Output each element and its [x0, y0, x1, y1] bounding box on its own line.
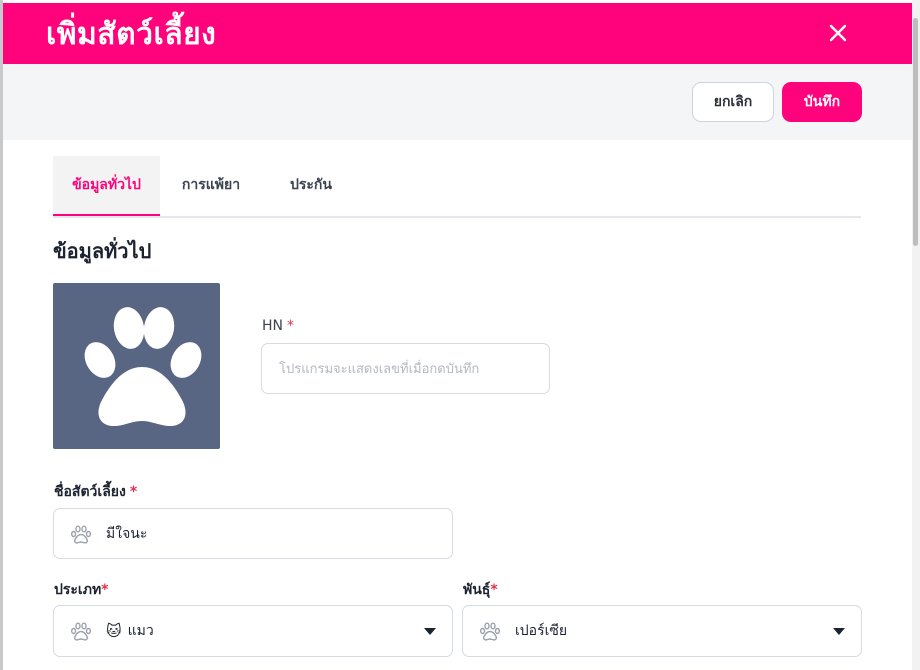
- chevron-down-icon: [424, 628, 436, 635]
- cat-icon: 🐱: [106, 622, 122, 640]
- pet-avatar-upload[interactable]: [53, 283, 220, 449]
- pet-type-label: ประเภท*: [54, 580, 109, 600]
- pet-type-value-text: แมว: [127, 623, 154, 639]
- scrollbar-thumb[interactable]: [913, 18, 918, 246]
- breed-value: เปอร์เซีย: [515, 623, 568, 639]
- close-icon: [829, 24, 847, 42]
- add-pet-dialog: เพิ่มสัตว์เลี้ยง ยกเลิก บันทึก ข้อมูลทั่…: [0, 0, 920, 670]
- dialog-header: เพิ่มสัตว์เลี้ยง: [3, 3, 912, 64]
- tab-insurance[interactable]: ประกัน: [270, 156, 352, 214]
- paw-icon: [70, 525, 91, 544]
- pet-name-label-text: ชื่อสัตว์เลี้ยง: [54, 484, 126, 500]
- pet-name-input[interactable]: มีใจนะ: [53, 508, 453, 559]
- hn-placeholder: โปรแกรมจะแสดงเลขที่เมื่อกดบันทึก: [279, 362, 480, 377]
- save-button[interactable]: บันทึก: [782, 82, 862, 122]
- action-bar: ยกเลิก บันทึก: [3, 64, 912, 140]
- tab-general-info[interactable]: ข้อมูลทั่วไป: [53, 156, 160, 216]
- cancel-button[interactable]: ยกเลิก: [692, 82, 774, 122]
- close-button[interactable]: [824, 19, 852, 47]
- required-mark: *: [129, 484, 138, 500]
- paw-icon: [84, 307, 202, 427]
- chevron-down-icon: [833, 628, 845, 635]
- paw-icon: [479, 622, 500, 641]
- tab-bar: ข้อมูลทั่วไป การแพ้ยา ประกัน: [53, 156, 861, 218]
- pet-type-label-text: ประเภท: [54, 582, 102, 598]
- pet-name-label: ชื่อสัตว์เลี้ยง *: [54, 482, 137, 502]
- hn-label: HN *: [262, 316, 294, 336]
- breed-label-text: พันธุ์: [463, 582, 491, 598]
- hn-label-text: HN: [262, 318, 283, 334]
- pet-type-select[interactable]: 🐱 แมว: [53, 605, 453, 657]
- section-title: ข้อมูลทั่วไป: [53, 239, 152, 263]
- hn-input[interactable]: โปรแกรมจะแสดงเลขที่เมื่อกดบันทึก: [261, 343, 550, 394]
- required-mark: *: [490, 582, 498, 598]
- paw-icon: [70, 622, 91, 641]
- tab-drug-allergy[interactable]: การแพ้ยา: [165, 156, 257, 214]
- breed-select[interactable]: เปอร์เซีย: [462, 605, 862, 657]
- required-mark: *: [287, 318, 294, 334]
- pet-name-value: มีใจนะ: [106, 525, 148, 542]
- pet-type-value: 🐱 แมว: [106, 606, 154, 656]
- required-mark: *: [101, 582, 109, 598]
- breed-label: พันธุ์*: [463, 580, 498, 600]
- dialog-title: เพิ่มสัตว์เลี้ยง: [46, 17, 217, 52]
